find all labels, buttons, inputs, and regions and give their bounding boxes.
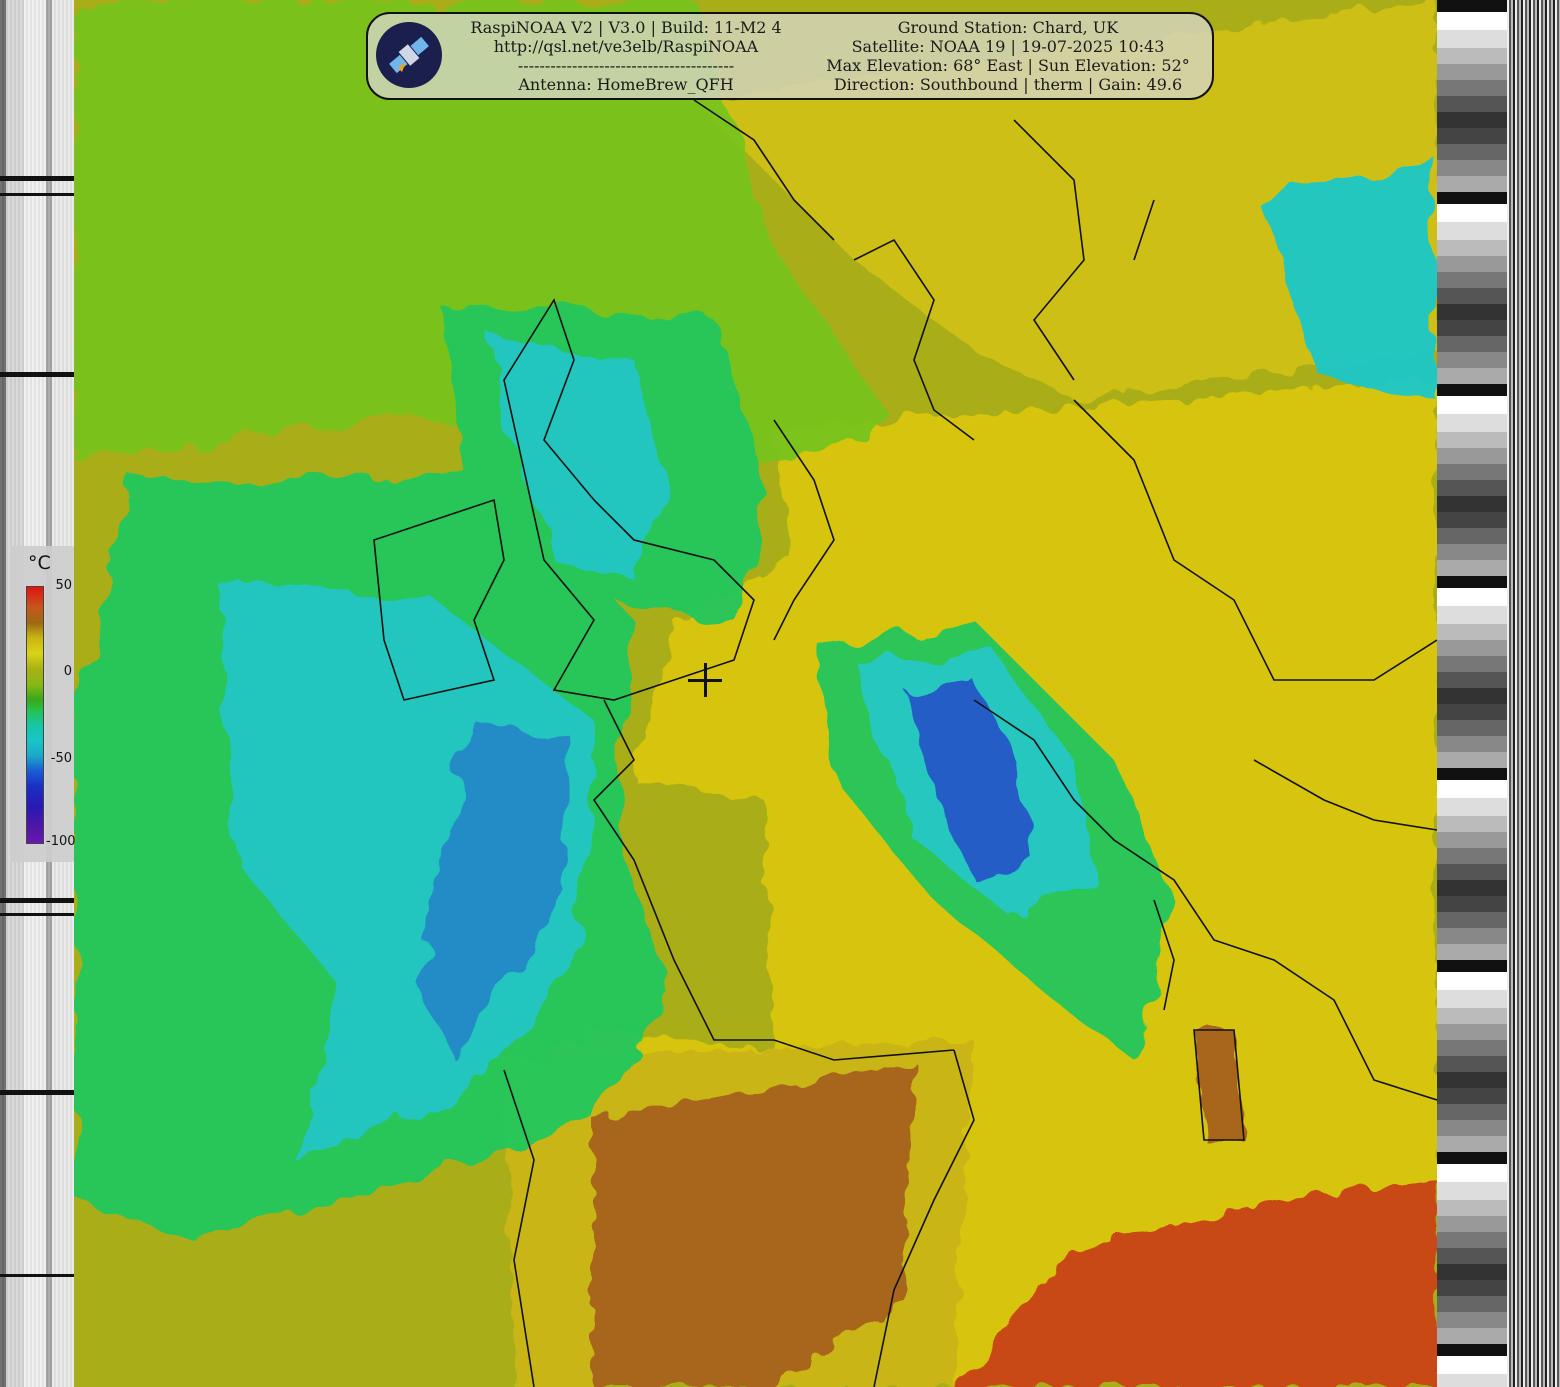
satellite-thermal-map (74, 0, 1437, 1387)
elevation-text: Max Elevation: 68° East | Sun Elevation:… (826, 56, 1190, 75)
sync-mark (0, 193, 74, 196)
header-left-column: RaspiNOAA V2 | V3.0 | Build: 11-M2 4 htt… (452, 18, 800, 94)
header-right-column: Ground Station: Chard, UK Satellite: NOA… (808, 18, 1208, 94)
legend-tick-minus-100: -100 (46, 834, 76, 849)
legend-tick-50: 50 (55, 578, 72, 593)
ground-station-text: Ground Station: Chard, UK (897, 18, 1119, 37)
direction-text: Direction: Southbound | therm | Gain: 49… (833, 75, 1183, 94)
separator-text: ---------------------------------------- (517, 56, 735, 75)
antenna-text: Antenna: HomeBrew_QFH (518, 75, 734, 94)
temperature-legend: °C 50 0 -50 -100 (10, 546, 76, 862)
software-version-text: RaspiNOAA V2 | V3.0 | Build: 11-M2 4 (470, 18, 782, 37)
legend-unit: °C (28, 552, 51, 574)
project-url-text: http://qsl.net/ve3elb/RaspiNOAA (493, 37, 759, 56)
satellite-text: Satellite: NOAA 19 | 19-07-2025 10:43 (851, 37, 1165, 56)
right-telemetry-strip (1437, 0, 1560, 1387)
telemetry-stripes (1507, 0, 1560, 1387)
calibration-wedge (1437, 0, 1507, 1387)
sync-mark (0, 1274, 74, 1277)
sync-mark (0, 913, 74, 916)
sync-mark (0, 898, 74, 903)
ground-station-crosshair-icon (688, 663, 722, 697)
sync-mark (0, 176, 74, 181)
legend-tick-minus-50: -50 (50, 751, 72, 766)
legend-color-bar (26, 586, 44, 844)
sync-mark (0, 372, 74, 377)
legend-tick-0: 0 (63, 664, 72, 679)
sync-mark (0, 1090, 74, 1095)
pass-info-header: RaspiNOAA V2 | V3.0 | Build: 11-M2 4 htt… (366, 12, 1214, 100)
satellite-icon (376, 22, 442, 88)
thermal-imagery (74, 0, 1437, 1387)
